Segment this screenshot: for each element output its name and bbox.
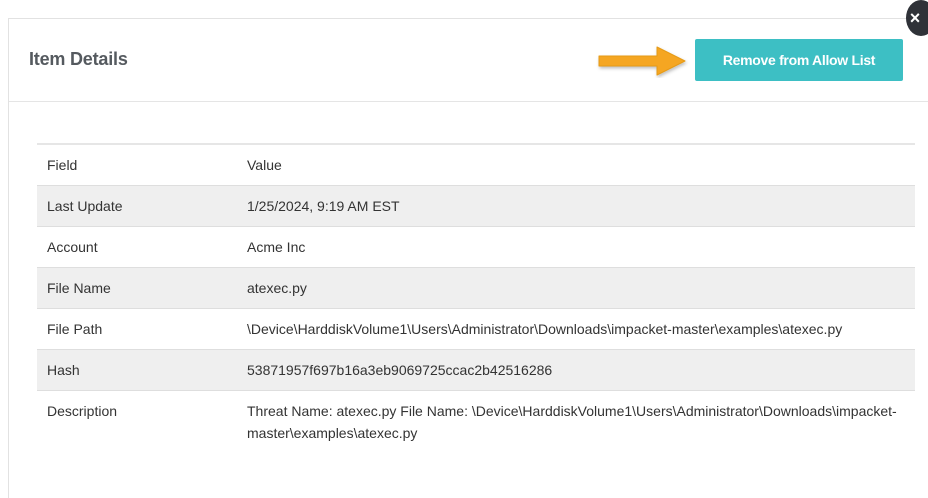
modal-title: Item Details	[29, 49, 128, 69]
table-row-file-path: File Path \Device\HarddiskVolume1\Users\…	[37, 308, 915, 350]
value-column-header: Value	[247, 157, 282, 173]
remove-from-allow-list-button[interactable]: Remove from Allow List	[695, 39, 903, 81]
field-value: \Device\HarddiskVolume1\Users\Administra…	[247, 321, 843, 337]
item-details-modal: Item Details Remove from Allow List Fiel…	[8, 18, 928, 498]
table-row-last-update: Last Update 1/25/2024, 9:19 AM EST	[37, 185, 915, 227]
field-label: Description	[47, 403, 118, 419]
item-details-table: Field Value Last Update 1/25/2024, 9:19 …	[37, 143, 915, 453]
arrow-pointer-icon	[598, 46, 686, 76]
field-label: File Path	[47, 321, 103, 337]
field-label: Account	[47, 239, 98, 255]
table-row-description: Description Threat Name: atexec.py File …	[37, 390, 915, 454]
field-label: Last Update	[47, 198, 123, 214]
field-value: 1/25/2024, 9:19 AM EST	[247, 198, 400, 214]
field-label: File Name	[47, 280, 111, 296]
table-row-hash: Hash 53871957f697b16a3eb9069725ccac2b425…	[37, 349, 915, 391]
table-row-file-name: File Name atexec.py	[37, 267, 915, 309]
field-value: Threat Name: atexec.py File Name: \Devic…	[247, 403, 897, 441]
field-value: atexec.py	[247, 280, 307, 296]
field-label: Hash	[47, 362, 80, 378]
modal-header: Item Details Remove from Allow List	[9, 19, 928, 102]
field-column-header: Field	[47, 157, 78, 173]
table-row-account: Account Acme Inc	[37, 226, 915, 268]
field-value: Acme Inc	[247, 239, 306, 255]
field-value: 53871957f697b16a3eb9069725ccac2b42516286	[247, 362, 553, 378]
table-header-row: Field Value	[37, 144, 915, 186]
close-icon[interactable]: ×	[906, 0, 928, 36]
